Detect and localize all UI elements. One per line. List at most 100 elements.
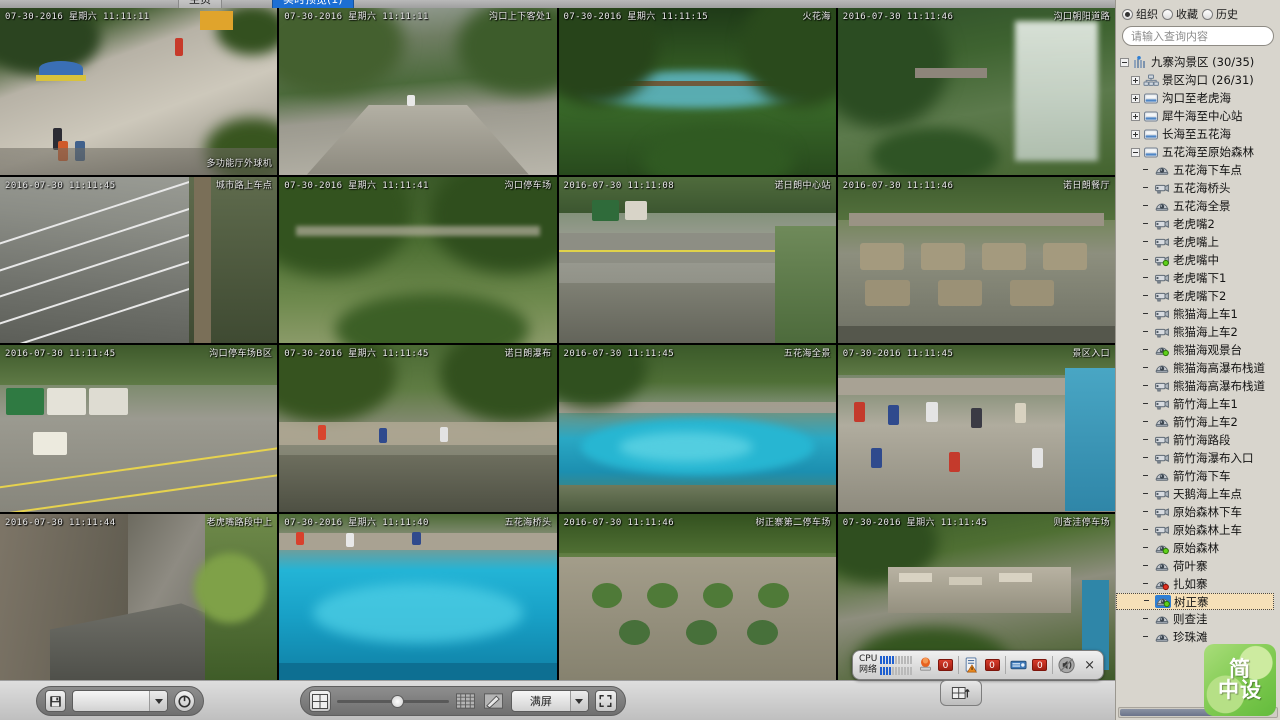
edit-icon[interactable] — [483, 690, 505, 712]
tree-node[interactable]: 箭竹海路段 — [1116, 431, 1280, 449]
tree-node-label: 天鹅海上车点 — [1173, 487, 1242, 501]
tree-node[interactable]: 老虎嘴2 — [1116, 215, 1280, 233]
expand-icon[interactable] — [1131, 111, 1140, 121]
tree-node-label: 熊猫海高瀑布栈道 — [1173, 379, 1265, 393]
close-icon[interactable]: × — [1082, 658, 1097, 673]
tree-expander-spacer — [1142, 220, 1151, 229]
tree-node[interactable]: 箭竹海上车1 — [1116, 395, 1280, 413]
alarm-light-icon[interactable] — [917, 655, 933, 675]
tree-node[interactable]: 沟口至老虎海 — [1116, 89, 1280, 107]
network-meter: 网络 — [859, 665, 913, 676]
tree-node-label: 箭竹海瀑布入口 — [1173, 451, 1254, 465]
tree-node[interactable]: 箭竹海下车 — [1116, 467, 1280, 485]
tree-node[interactable]: 五花海桥头 — [1116, 179, 1280, 197]
video-tile[interactable]: 07-30-2016 星期六 11:11:15 火花海 — [558, 8, 836, 175]
view-mode-label: 组织 — [1136, 8, 1158, 21]
refresh-icon[interactable] — [174, 690, 195, 712]
tree-node-label: 原始森林上车 — [1173, 523, 1242, 537]
view-mode-organization[interactable]: 组织 — [1122, 6, 1158, 22]
screen-mode-select[interactable]: 满屏 — [510, 690, 589, 712]
tree-node[interactable]: 九寨沟景区 (30/35) — [1116, 53, 1280, 71]
tree-node[interactable]: 老虎嘴中 — [1116, 251, 1280, 269]
tree-node[interactable]: 扎如寨 — [1116, 575, 1280, 593]
bullet-camera-icon — [1154, 218, 1170, 231]
video-tile[interactable]: 2016-07-30 11:11:45 沟口停车场B区 — [0, 345, 278, 512]
layout-size-slider[interactable] — [337, 690, 449, 712]
video-tile[interactable]: 07-30-2016 星期六 11:11:11 多功能厅外球机 — [0, 8, 278, 175]
tree-node-selected[interactable]: 树正寨 — [1116, 593, 1274, 610]
tree-node[interactable]: 长海至五花海 — [1116, 125, 1280, 143]
save-icon[interactable] — [45, 690, 66, 712]
tree-node[interactable]: 五花海至原始森林 — [1116, 143, 1280, 161]
dome-camera-selected-icon — [1155, 595, 1171, 608]
video-tile[interactable]: 2016-07-30 11:11:46 沟口朝阳道路 — [837, 8, 1115, 175]
event-log-icon[interactable] — [964, 655, 980, 675]
expand-icon[interactable] — [1131, 129, 1140, 139]
tree-node[interactable]: 熊猫海上车1 — [1116, 305, 1280, 323]
tree-node[interactable]: 荷叶寨 — [1116, 557, 1280, 575]
slider-knob[interactable] — [390, 695, 404, 708]
tree-node[interactable]: 则查洼 — [1116, 610, 1280, 628]
expand-icon[interactable] — [1131, 75, 1140, 85]
tree-node[interactable]: 熊猫海高瀑布栈道 — [1116, 377, 1280, 395]
video-tile[interactable]: 2016-07-30 11:11:45 五花海全景 — [558, 345, 836, 512]
tree-node-label: 熊猫海上车2 — [1173, 325, 1238, 339]
server-icon — [1143, 110, 1159, 123]
preset-toolbar-group — [36, 686, 204, 716]
chevron-down-icon[interactable] — [149, 691, 167, 711]
video-tile[interactable]: 07-30-2016 星期六 11:11:45 诺日朗瀑布 — [279, 345, 557, 512]
video-tile[interactable]: 07-30-2016 星期六 11:11:11 沟口上下客处1 — [279, 8, 557, 175]
tree-node-label: 老虎嘴下1 — [1173, 271, 1227, 285]
video-tile[interactable]: 2016-07-30 11:11:44 老虎嘴路段中上 — [0, 513, 278, 680]
tree-expander-spacer — [1142, 382, 1151, 391]
tab-live-preview[interactable]: 实时预览(1) — [272, 0, 354, 8]
tree-node[interactable]: 天鹅海上车点 — [1116, 485, 1280, 503]
tree-node[interactable]: 五花海全景 — [1116, 197, 1280, 215]
video-tile[interactable]: 2016-07-30 11:11:08 诺日朗中心站 — [558, 176, 836, 343]
panel-toggle-icon[interactable] — [940, 680, 982, 706]
tree-node-label: 箭竹海上车1 — [1173, 397, 1238, 411]
scrollbar-thumb[interactable] — [1120, 709, 1218, 716]
speaker-mute-icon[interactable] — [1058, 655, 1077, 675]
view-mode-favorites[interactable]: 收藏 — [1162, 6, 1198, 22]
tree-node[interactable]: 景区沟口 (26/31) — [1116, 71, 1280, 89]
search-input[interactable] — [1123, 29, 1273, 43]
video-tile[interactable]: 2016-07-30 11:11:46 树正寨第二停车场 — [558, 513, 836, 680]
tree-node[interactable]: 原始森林上车 — [1116, 521, 1280, 539]
video-tile[interactable]: 2016-07-30 11:11:46 诺日朗餐厅 — [837, 176, 1115, 343]
view-mode-history[interactable]: 历史 — [1202, 6, 1238, 22]
tree-node[interactable]: 五花海下车点 — [1116, 161, 1280, 179]
tab-home[interactable]: 主页 — [178, 0, 222, 8]
device-icon[interactable] — [1010, 655, 1027, 675]
preset-select[interactable] — [72, 690, 168, 712]
collapse-icon[interactable] — [1120, 57, 1129, 67]
tree-node[interactable]: 熊猫海高瀑布栈道 — [1116, 359, 1280, 377]
tree-node[interactable]: 熊猫海观景台 — [1116, 341, 1280, 359]
expand-icon[interactable] — [1131, 93, 1140, 103]
device-tree[interactable]: 九寨沟景区 (30/35) 景区沟口 (26/31) 沟口至老虎海 犀牛海至中心站 长海… — [1116, 51, 1280, 720]
collapse-icon[interactable] — [1131, 147, 1140, 157]
video-tile[interactable]: 07-30-2016 星期六 11:11:41 沟口停车场 — [279, 176, 557, 343]
resource-meters: CPU 网络 — [859, 654, 913, 676]
tree-node[interactable]: 原始森林下车 — [1116, 503, 1280, 521]
cpu-bars — [880, 655, 913, 664]
grid-icon[interactable] — [455, 690, 477, 712]
chevron-down-icon[interactable] — [569, 691, 588, 711]
layout-2x2-icon[interactable] — [309, 690, 332, 712]
tree-node[interactable]: 老虎嘴下1 — [1116, 269, 1280, 287]
tree-node[interactable]: 原始森林 — [1116, 539, 1280, 557]
tree-node[interactable]: 箭竹海上车2 — [1116, 413, 1280, 431]
video-tile[interactable]: 07-30-2016 11:11:45 景区入口 — [837, 345, 1115, 512]
bullet-camera-icon — [1154, 272, 1170, 285]
fullscreen-icon[interactable] — [594, 690, 618, 712]
tree-node[interactable]: 老虎嘴上 — [1116, 233, 1280, 251]
video-tile[interactable]: 07-30-2016 星期六 11:11:40 五花海桥头 — [279, 513, 557, 680]
tree-node[interactable]: 熊猫海上车2 — [1116, 323, 1280, 341]
tree-node[interactable]: 老虎嘴下2 — [1116, 287, 1280, 305]
tree-node[interactable]: 箭竹海瀑布入口 — [1116, 449, 1280, 467]
tree-node[interactable]: 犀牛海至中心站 — [1116, 107, 1280, 125]
tree-node-label: 五花海全景 — [1173, 199, 1231, 213]
bullet-camera-icon — [1154, 182, 1170, 195]
search-box[interactable] — [1122, 26, 1274, 46]
video-tile[interactable]: 2016-07-30 11:11:45 城市路上车点 — [0, 176, 278, 343]
